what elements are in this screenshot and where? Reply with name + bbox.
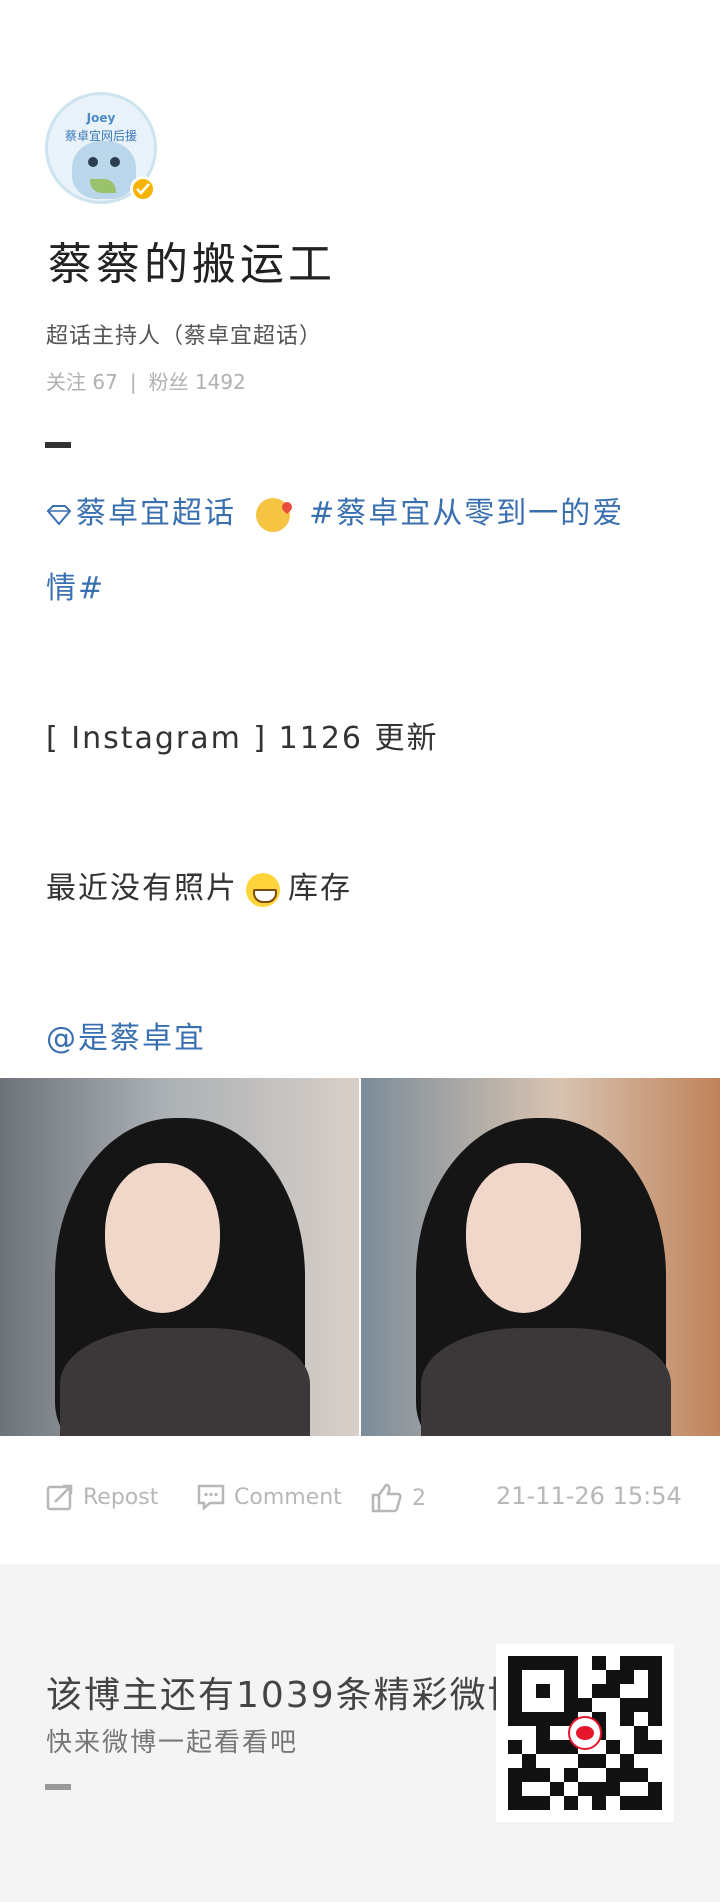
hashtag-link-continued[interactable]: 情# bbox=[46, 563, 105, 607]
user-stats: 关注 67 | 粉丝 1492 bbox=[46, 366, 246, 395]
post-line-topics: 蔡卓宜超话 #蔡卓宜从零到一的爱 bbox=[46, 488, 624, 532]
comment-icon bbox=[197, 1484, 225, 1511]
footer-title: 该博主还有1039条精彩微博 bbox=[46, 1675, 526, 1716]
qr-code[interactable] bbox=[496, 1644, 674, 1822]
action-bar: Repost Comment 2 21-11-26 15:54 bbox=[0, 1460, 720, 1540]
hashtag-link[interactable]: #蔡卓宜从零到一的爱 bbox=[309, 496, 624, 531]
post-line-recent: 最近没有照片 库存 bbox=[46, 863, 352, 907]
like-count: 2 bbox=[412, 1485, 426, 1511]
post-photo[interactable] bbox=[0, 1078, 359, 1436]
weibo-share-card: Joey 蔡卓宜网后援 蔡蔡的搬运工 超话主持人（蔡卓宜超话） 关注 67 | 粉丝… bbox=[0, 0, 720, 1902]
username[interactable]: 蔡蔡的搬运工 bbox=[48, 228, 336, 292]
post-photo[interactable] bbox=[361, 1078, 720, 1436]
repost-button[interactable]: Repost bbox=[45, 1482, 158, 1512]
post-text: 最近没有照片 bbox=[46, 871, 238, 906]
comment-button[interactable]: Comment bbox=[196, 1482, 342, 1512]
following-count[interactable]: 关注 67 bbox=[46, 370, 118, 394]
avatar-text-top: Joey bbox=[86, 111, 116, 125]
stats-divider: | bbox=[129, 370, 137, 394]
diamond-icon bbox=[46, 504, 72, 526]
comment-label: Comment bbox=[234, 1484, 342, 1510]
mention-link[interactable]: @是蔡卓宜 bbox=[46, 1013, 206, 1057]
verified-badge-icon bbox=[130, 176, 156, 202]
divider-dash bbox=[45, 442, 71, 448]
user-subtitle: 超话主持人（蔡卓宜超话） bbox=[46, 324, 323, 349]
kiss-emoji-icon bbox=[255, 497, 290, 532]
footer-promo: 该博主还有1039条精彩微博 快来微博一起看看吧 bbox=[0, 1564, 720, 1902]
post-line-instagram: [ Instagram ] 1126 更新 bbox=[46, 721, 439, 756]
followers-count[interactable]: 粉丝 1492 bbox=[149, 370, 246, 394]
repost-label: Repost bbox=[83, 1484, 159, 1510]
post-text: 库存 bbox=[288, 871, 352, 906]
thumbs-up-icon bbox=[371, 1483, 402, 1513]
repost-icon bbox=[46, 1484, 73, 1511]
weibo-logo-icon bbox=[568, 1716, 602, 1750]
photo-grid bbox=[0, 1078, 720, 1436]
grin-emoji-icon bbox=[246, 872, 280, 907]
footer-divider bbox=[45, 1784, 71, 1790]
supertopic-link[interactable]: 蔡卓宜超话 bbox=[46, 496, 248, 531]
supertopic-label: 蔡卓宜超话 bbox=[76, 496, 236, 531]
like-button[interactable]: 2 bbox=[370, 1482, 426, 1514]
post-timestamp: 21-11-26 15:54 bbox=[496, 1482, 682, 1510]
footer-subtitle: 快来微博一起看看吧 bbox=[46, 1728, 299, 1758]
